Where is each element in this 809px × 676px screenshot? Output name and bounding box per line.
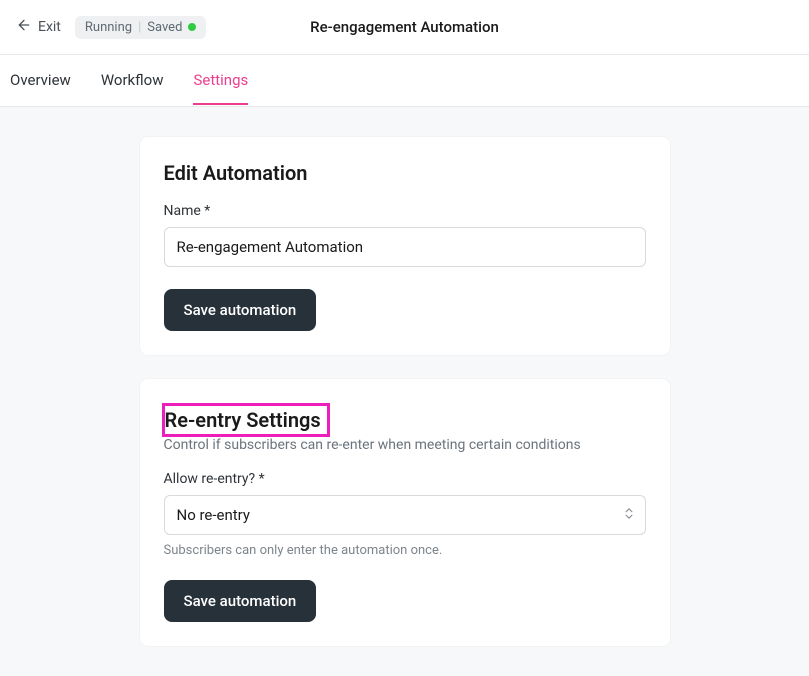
allow-reentry-select-wrap: No re-entry bbox=[164, 495, 646, 535]
status-badge-running: Running bbox=[85, 20, 132, 35]
card-reentry-subtitle: Control if subscribers can re-enter when… bbox=[164, 437, 646, 453]
header-bar: Exit Running | Saved Re-engagement Autom… bbox=[0, 0, 809, 55]
page-title: Re-engagement Automation bbox=[310, 18, 499, 36]
card-reentry-heading: Re-entry Settings bbox=[165, 408, 321, 432]
exit-label: Exit bbox=[38, 19, 61, 35]
allow-reentry-select[interactable]: No re-entry bbox=[164, 495, 646, 535]
save-button-reentry[interactable]: Save automation bbox=[164, 580, 317, 622]
name-input[interactable] bbox=[164, 227, 646, 267]
allow-reentry-label: Allow re-entry? * bbox=[164, 471, 646, 487]
content-area: Edit Automation Name * Save automation R… bbox=[0, 107, 809, 676]
name-label: Name * bbox=[164, 203, 646, 219]
status-badge-separator: | bbox=[138, 20, 141, 35]
allow-reentry-helper: Subscribers can only enter the automatio… bbox=[164, 543, 646, 558]
tab-workflow[interactable]: Workflow bbox=[101, 56, 164, 105]
status-badge: Running | Saved bbox=[75, 16, 207, 39]
exit-button[interactable]: Exit bbox=[10, 13, 67, 41]
status-badge-saved: Saved bbox=[147, 20, 182, 35]
highlight-box: Re-entry Settings bbox=[162, 403, 330, 437]
save-button-edit[interactable]: Save automation bbox=[164, 289, 317, 331]
arrow-left-icon bbox=[16, 17, 32, 37]
tab-overview[interactable]: Overview bbox=[10, 56, 71, 105]
card-edit-automation: Edit Automation Name * Save automation bbox=[140, 137, 670, 355]
status-dot-icon bbox=[188, 23, 196, 31]
tabs-bar: Overview Workflow Settings bbox=[0, 55, 809, 107]
card-edit-heading: Edit Automation bbox=[164, 161, 646, 185]
tab-settings[interactable]: Settings bbox=[193, 56, 248, 105]
card-reentry-settings: Re-entry Settings Control if subscribers… bbox=[140, 379, 670, 646]
